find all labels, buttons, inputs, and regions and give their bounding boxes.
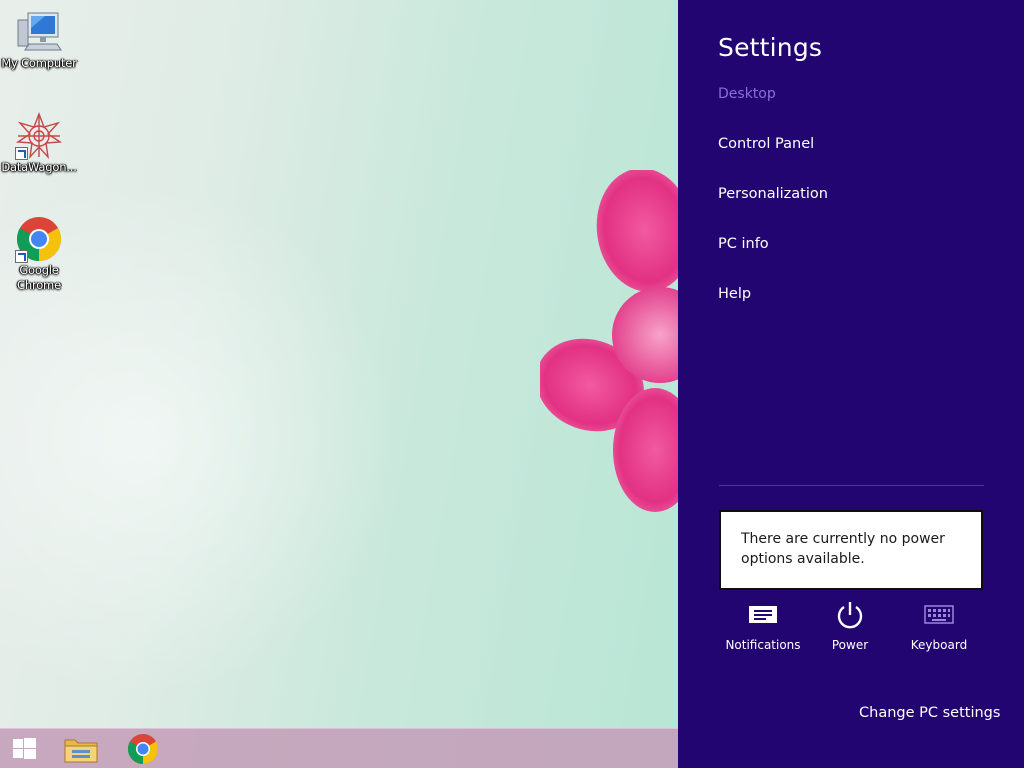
settings-charm: Settings Desktop Control Panel Personali… <box>678 0 1024 768</box>
desktop-icon-label: Google Chrome <box>17 263 61 292</box>
keyboard-button[interactable]: Keyboard <box>894 600 984 652</box>
shortcut-arrow-icon <box>15 147 28 160</box>
power-options-tooltip: There are currently no power options ava… <box>719 510 983 590</box>
notifications-button[interactable]: Notifications <box>718 600 808 652</box>
notifications-icon <box>749 606 777 623</box>
menu-item-personalization[interactable]: Personalization <box>718 186 828 202</box>
desktop-icon-label: DataWagon... <box>1 160 77 174</box>
wallpaper-flower <box>540 170 678 512</box>
chrome-icon <box>15 215 63 263</box>
file-explorer-icon <box>64 739 98 763</box>
keyboard-label: Keyboard <box>910 638 968 652</box>
taskbar-file-explorer[interactable] <box>60 729 102 768</box>
start-button[interactable] <box>4 729 44 768</box>
shortcut-arrow-icon <box>15 250 28 263</box>
menu-item-help[interactable]: Help <box>718 286 751 302</box>
menu-item-control-panel[interactable]: Control Panel <box>718 136 814 152</box>
power-label: Power <box>831 638 869 652</box>
change-pc-settings-link[interactable]: Change PC settings <box>859 705 1000 721</box>
charm-context-label: Desktop <box>718 86 776 102</box>
charm-divider <box>719 485 984 486</box>
desktop-icon-label: My Computer <box>1 56 77 70</box>
taskbar-chrome[interactable] <box>122 729 164 768</box>
desktop: My Computer DataWagon... Google Chrome <box>0 0 678 768</box>
my-computer-icon <box>15 8 63 56</box>
datawagon-icon <box>15 112 63 160</box>
power-icon <box>837 602 863 629</box>
power-button[interactable]: Power <box>805 600 895 652</box>
menu-item-pc-info[interactable]: PC info <box>718 236 769 252</box>
notifications-label: Notifications <box>725 638 801 652</box>
windows-start-icon <box>13 738 36 759</box>
chrome-icon <box>127 734 159 764</box>
taskbar <box>0 728 678 768</box>
desktop-icon-google-chrome[interactable]: Google Chrome <box>0 215 78 293</box>
keyboard-icon <box>924 605 954 624</box>
charm-title: Settings <box>718 33 823 62</box>
desktop-icon-my-computer[interactable]: My Computer <box>0 8 78 71</box>
desktop-icon-datawagon[interactable]: DataWagon... <box>0 112 78 175</box>
